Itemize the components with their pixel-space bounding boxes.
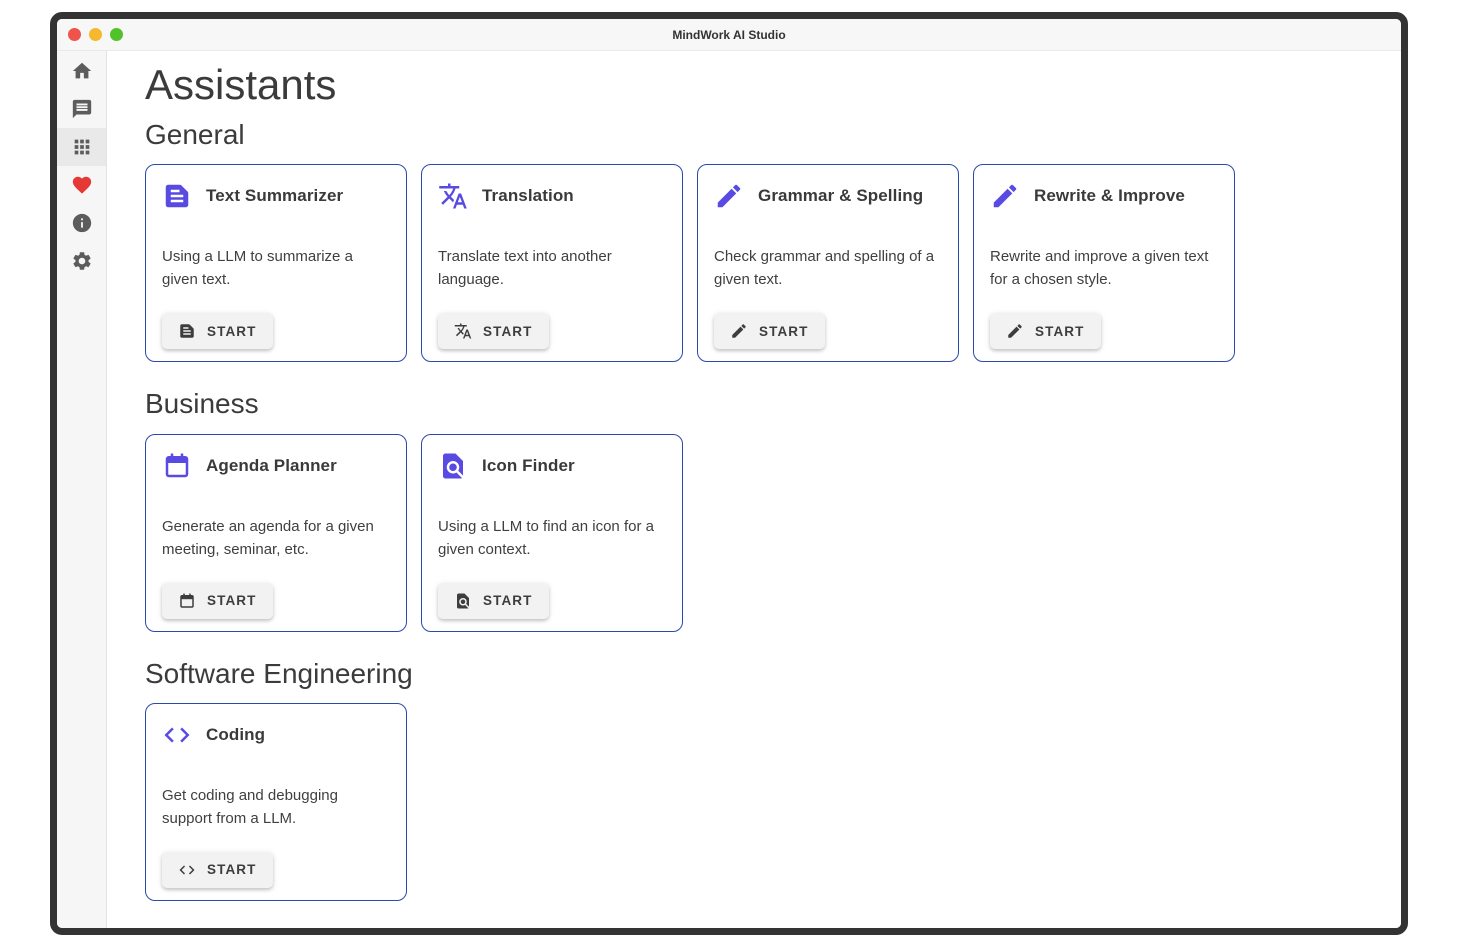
edit-icon: [730, 322, 748, 340]
card-title: Translation: [482, 186, 574, 206]
section-title: Software Engineering: [145, 658, 1363, 690]
sidebar: [57, 51, 107, 928]
assistant-card: Text Summarizer Using a LLM to summarize …: [145, 164, 407, 362]
calendar-icon: [178, 592, 196, 610]
start-button[interactable]: START: [438, 313, 549, 349]
assistant-card: Translation Translate text into another l…: [421, 164, 683, 362]
close-button[interactable]: [68, 28, 81, 41]
settings-icon: [71, 250, 93, 272]
sidebar-item-assistants[interactable]: [57, 128, 106, 166]
icon-search-icon: [454, 592, 472, 610]
calendar-icon: [162, 451, 192, 481]
main-content: Assistants General Text Summarizer Using a…: [107, 51, 1401, 928]
card-description: Rewrite and improve a given text for a c…: [990, 245, 1218, 291]
edit-icon: [714, 181, 744, 211]
edit-icon: [990, 181, 1020, 211]
minimize-button[interactable]: [89, 28, 102, 41]
cards-row: Coding Get coding and debugging support f…: [145, 703, 1363, 901]
section-title: General: [145, 119, 1363, 151]
edit-icon: [1006, 322, 1024, 340]
start-button[interactable]: START: [162, 852, 273, 888]
assistant-section: Software Engineering Coding Get coding and…: [145, 658, 1363, 901]
card-footer: START: [990, 313, 1218, 349]
icon-search-icon: [438, 451, 468, 481]
card-footer: START: [438, 583, 666, 619]
translate-icon: [454, 322, 472, 340]
app-body: Assistants General Text Summarizer Using a…: [57, 51, 1401, 928]
summarize-icon: [162, 181, 192, 211]
start-button[interactable]: START: [162, 583, 273, 619]
cards-row: Text Summarizer Using a LLM to summarize …: [145, 164, 1363, 362]
start-button-label: START: [483, 593, 533, 608]
card-description: Generate an agenda for a given meeting, …: [162, 515, 390, 561]
card-description: Translate text into another language.: [438, 245, 666, 291]
card-header: Rewrite & Improve: [990, 181, 1218, 211]
apps-icon: [71, 136, 93, 158]
traffic-lights: [68, 19, 123, 50]
summarize-icon: [178, 322, 196, 340]
card-description: Using a LLM to summarize a given text.: [162, 245, 390, 291]
start-button-label: START: [207, 324, 257, 339]
card-footer: START: [438, 313, 666, 349]
card-footer: START: [162, 852, 390, 888]
card-description: Get coding and debugging support from a …: [162, 784, 390, 830]
card-header: Agenda Planner: [162, 451, 390, 481]
sidebar-item-about[interactable]: [57, 204, 106, 242]
window-titlebar: MindWork AI Studio: [57, 19, 1401, 51]
assistant-card: Agenda Planner Generate an agenda for a g…: [145, 434, 407, 632]
card-header: Grammar & Spelling: [714, 181, 942, 211]
card-title: Rewrite & Improve: [1034, 186, 1185, 206]
card-header: Translation: [438, 181, 666, 211]
app-window: MindWork AI Studio Assistants General Tex…: [50, 12, 1408, 935]
card-header: Coding: [162, 720, 390, 750]
assistant-card: Grammar & Spelling Check grammar and spel…: [697, 164, 959, 362]
start-button[interactable]: START: [438, 583, 549, 619]
card-description: Check grammar and spelling of a given te…: [714, 245, 942, 291]
window-title: MindWork AI Studio: [672, 28, 785, 42]
card-footer: START: [162, 313, 390, 349]
sections-container: General Text Summarizer Using a LLM to sum…: [145, 119, 1363, 901]
section-title: Business: [145, 388, 1363, 420]
start-button[interactable]: START: [714, 313, 825, 349]
code-icon: [178, 861, 196, 879]
start-button-label: START: [759, 324, 809, 339]
start-button-label: START: [207, 593, 257, 608]
assistant-card: Icon Finder Using a LLM to find an icon f…: [421, 434, 683, 632]
page-title: Assistants: [145, 61, 1363, 109]
info-icon: [71, 212, 93, 234]
card-title: Grammar & Spelling: [758, 186, 923, 206]
card-title: Icon Finder: [482, 456, 575, 476]
card-title: Agenda Planner: [206, 456, 337, 476]
translate-icon: [438, 181, 468, 211]
card-header: Icon Finder: [438, 451, 666, 481]
start-button-label: START: [207, 862, 257, 877]
sidebar-item-favorites[interactable]: [57, 166, 106, 204]
card-footer: START: [714, 313, 942, 349]
start-button[interactable]: START: [990, 313, 1101, 349]
heart-icon: [71, 174, 93, 196]
sidebar-item-chats[interactable]: [57, 90, 106, 128]
card-header: Text Summarizer: [162, 181, 390, 211]
start-button-label: START: [1035, 324, 1085, 339]
assistant-card: Rewrite & Improve Rewrite and improve a g…: [973, 164, 1235, 362]
card-footer: START: [162, 583, 390, 619]
assistant-card: Coding Get coding and debugging support f…: [145, 703, 407, 901]
sidebar-item-home[interactable]: [57, 52, 106, 90]
home-icon: [71, 60, 93, 82]
card-description: Using a LLM to find an icon for a given …: [438, 515, 666, 561]
assistant-section: Business Agenda Planner Generate an agenda…: [145, 388, 1363, 631]
assistant-section: General Text Summarizer Using a LLM to sum…: [145, 119, 1363, 362]
cards-row: Agenda Planner Generate an agenda for a g…: [145, 434, 1363, 632]
chat-icon: [71, 98, 93, 120]
start-button-label: START: [483, 324, 533, 339]
code-icon: [162, 720, 192, 750]
sidebar-item-settings[interactable]: [57, 242, 106, 280]
card-title: Text Summarizer: [206, 186, 343, 206]
start-button[interactable]: START: [162, 313, 273, 349]
card-title: Coding: [206, 725, 265, 745]
zoom-button[interactable]: [110, 28, 123, 41]
